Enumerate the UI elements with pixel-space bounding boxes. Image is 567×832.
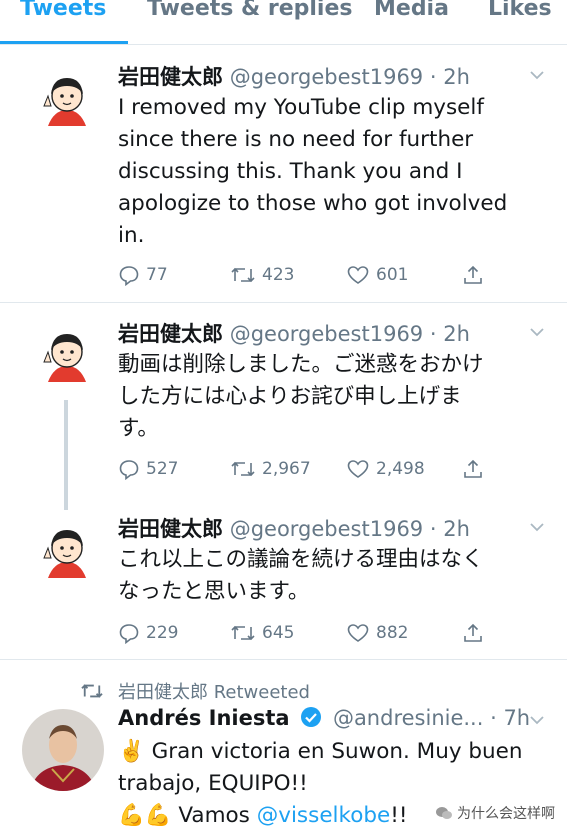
tweet-text: 動画は削除しました。ご迷惑をおかけ した方には心よりお詫び申し上げま す。 bbox=[118, 352, 484, 441]
heart-icon bbox=[347, 460, 369, 478]
author-name[interactable]: 岩田健太郎 bbox=[118, 517, 223, 541]
retweet-count: 2,967 bbox=[262, 459, 311, 479]
watermark: 为什么会这样啊 bbox=[431, 801, 559, 825]
tweet-header: 岩田健太郎 @georgebest1969 · 2h bbox=[118, 513, 470, 543]
retweet-button[interactable]: 2,967 bbox=[230, 456, 311, 482]
like-count: 601 bbox=[376, 265, 409, 285]
tab-tweets-and-replies[interactable]: Tweets & replies bbox=[147, 0, 353, 21]
share-icon bbox=[464, 623, 482, 642]
like-count: 2,498 bbox=[376, 459, 425, 479]
tweet-text: これ以上この議論を続ける理由はなく なったと思います。 bbox=[118, 547, 484, 604]
author-handle[interactable]: @georgebest1969 bbox=[230, 517, 423, 541]
retweet-icon bbox=[231, 625, 255, 641]
tweet-header: Andrés Iniesta @andresinie... · 7h bbox=[118, 706, 530, 730]
chevron-down-icon[interactable] bbox=[529, 67, 545, 83]
tweet-text-line: trabajo, EQUIPO!! bbox=[118, 771, 308, 796]
retweet-icon bbox=[81, 684, 103, 698]
reply-icon bbox=[119, 624, 139, 644]
reply-button[interactable]: 229 bbox=[118, 620, 178, 646]
retweet-button[interactable]: 645 bbox=[230, 620, 294, 646]
share-button[interactable] bbox=[462, 620, 490, 646]
retweet-icon bbox=[231, 461, 255, 477]
divider bbox=[0, 659, 567, 660]
thread-connector bbox=[64, 400, 68, 510]
author-handle[interactable]: @georgebest1969 bbox=[230, 65, 423, 89]
tweet-actions: 527 2,967 2,498 bbox=[118, 456, 518, 482]
avatar[interactable] bbox=[34, 322, 100, 388]
tweet-text-line: ✌️ Gran victoria en Suwon. Muy buen bbox=[118, 739, 523, 764]
reply-button[interactable]: 77 bbox=[118, 262, 168, 288]
retweeted-by-label[interactable]: 岩田健太郎 Retweeted bbox=[118, 678, 310, 704]
author-name[interactable]: 岩田健太郎 bbox=[118, 65, 223, 89]
like-button[interactable]: 2,498 bbox=[346, 456, 425, 482]
reply-count: 77 bbox=[146, 265, 168, 285]
like-count: 882 bbox=[376, 623, 409, 643]
author-handle[interactable]: @georgebest1969 bbox=[230, 322, 423, 346]
retweeted-by-row: 岩田健太郎 Retweeted bbox=[80, 678, 310, 704]
wechat-icon bbox=[436, 807, 452, 819]
chevron-down-icon[interactable] bbox=[529, 324, 545, 340]
tweet-actions: 77 423 601 bbox=[118, 262, 518, 288]
share-icon bbox=[464, 265, 482, 284]
profile-tabs: Tweets Tweets & replies Media Likes bbox=[0, 0, 567, 45]
tab-tweets[interactable]: Tweets bbox=[20, 0, 106, 21]
reply-icon bbox=[119, 266, 139, 286]
tab-media[interactable]: Media bbox=[374, 0, 449, 21]
share-icon bbox=[464, 459, 482, 478]
reply-count: 527 bbox=[146, 459, 179, 479]
tweet-time: · 2h bbox=[429, 322, 470, 346]
reply-icon bbox=[119, 460, 139, 480]
tab-likes[interactable]: Likes bbox=[488, 0, 552, 21]
watermark-text: 为什么会这样啊 bbox=[457, 806, 555, 822]
mention-link[interactable]: @visselkobe bbox=[257, 803, 391, 828]
active-tab-indicator bbox=[0, 41, 128, 44]
author-handle[interactable]: @andresinie... bbox=[333, 706, 483, 730]
retweet-icon bbox=[231, 267, 255, 283]
avatar[interactable] bbox=[34, 518, 100, 584]
reply-count: 229 bbox=[146, 623, 179, 643]
author-name[interactable]: Andrés Iniesta bbox=[118, 706, 290, 730]
tweet-text: I removed my YouTube clip myself since t… bbox=[118, 95, 508, 248]
heart-icon bbox=[347, 624, 369, 642]
tweet-time: · 2h bbox=[429, 65, 470, 89]
share-button[interactable] bbox=[462, 456, 490, 482]
reply-button[interactable]: 527 bbox=[118, 456, 178, 482]
tweet-text-segment: !! bbox=[390, 803, 408, 828]
share-button[interactable] bbox=[462, 262, 490, 288]
heart-icon bbox=[347, 266, 369, 284]
avatar[interactable] bbox=[34, 66, 100, 132]
retweet-count: 423 bbox=[262, 265, 295, 285]
chevron-down-icon[interactable] bbox=[529, 519, 545, 535]
retweet-count: 645 bbox=[262, 623, 295, 643]
avatar[interactable] bbox=[22, 709, 104, 791]
retweet-button[interactable]: 423 bbox=[230, 262, 294, 288]
tweet-text-segment: 💪💪 Vamos bbox=[118, 803, 250, 828]
tweet-header: 岩田健太郎 @georgebest1969 · 2h bbox=[118, 318, 470, 348]
divider bbox=[0, 302, 567, 303]
tweet-time: · 7h bbox=[490, 706, 531, 730]
like-button[interactable]: 601 bbox=[346, 262, 408, 288]
author-name[interactable]: 岩田健太郎 bbox=[118, 322, 223, 346]
tweet-header: 岩田健太郎 @georgebest1969 · 2h bbox=[118, 61, 470, 91]
tweet-actions: 229 645 882 bbox=[118, 620, 518, 646]
tweet-time: · 2h bbox=[429, 517, 470, 541]
like-button[interactable]: 882 bbox=[346, 620, 408, 646]
chevron-down-icon[interactable] bbox=[529, 712, 545, 728]
verified-badge-icon bbox=[301, 707, 322, 727]
